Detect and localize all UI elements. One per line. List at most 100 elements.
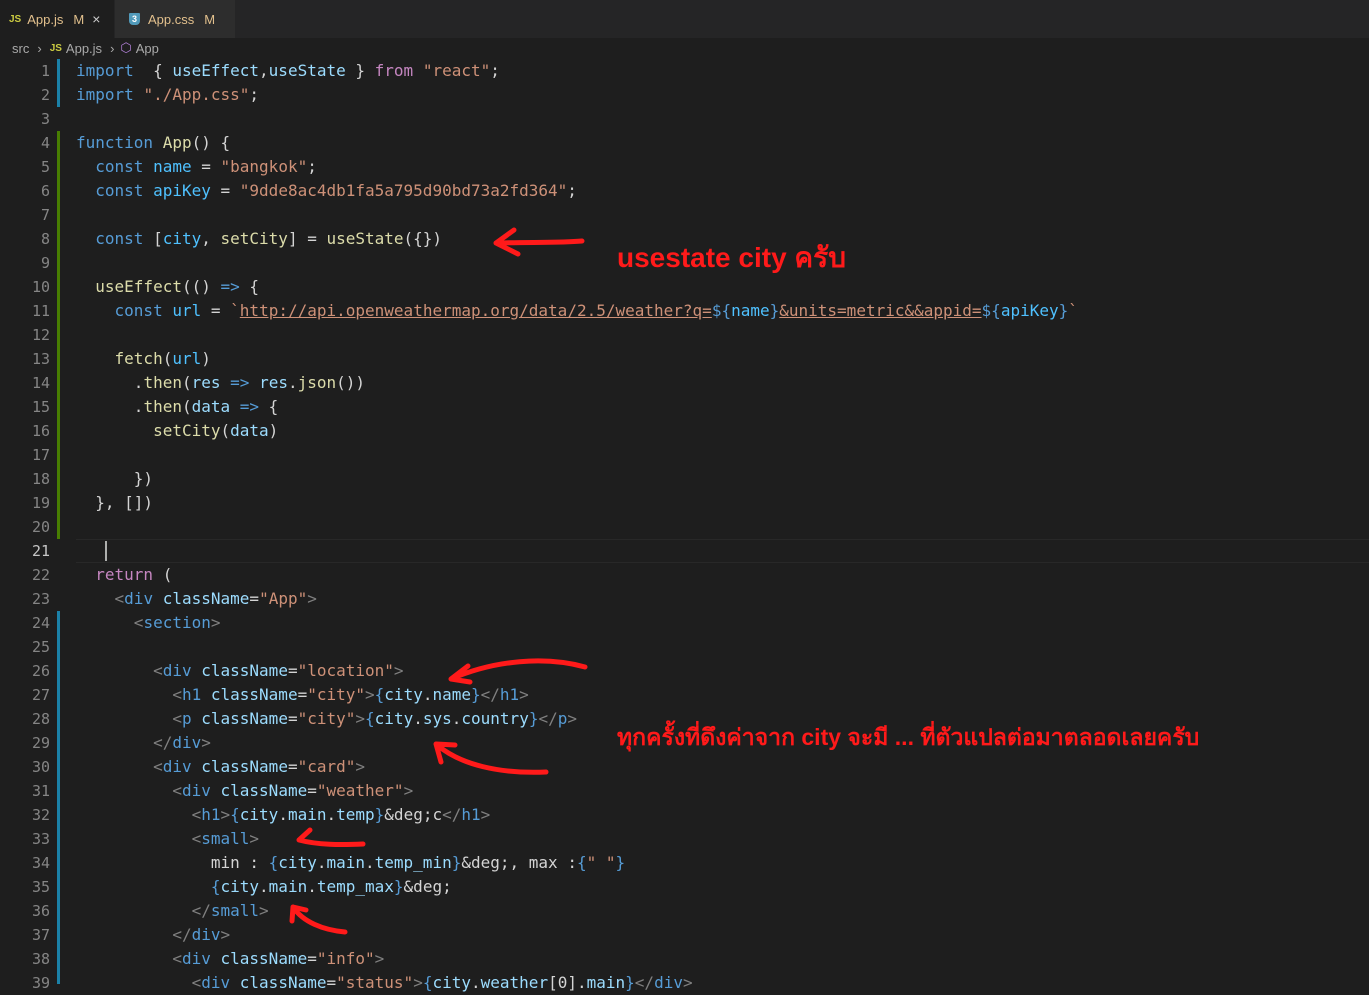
code-line[interactable]: 3 [0, 107, 1369, 131]
code-text: const url = `http://api.openweathermap.o… [114, 301, 1078, 320]
line-number: 15 [31, 398, 50, 416]
line-number: 26 [31, 662, 50, 680]
code-line[interactable]: 19 }, []) [0, 491, 1369, 515]
line-number: 3 [40, 110, 50, 128]
code-line[interactable]: 15 .then(data => { [0, 395, 1369, 419]
code-text: <section> [133, 613, 221, 632]
annotation-usestate: usestate city ครับ [617, 242, 846, 273]
tab-label: App.css [148, 11, 195, 27]
tab-app-css[interactable]: 3 App.css M [115, 0, 235, 38]
line-number: 2 [40, 86, 50, 104]
code-text: function App() { [76, 133, 231, 152]
line-number: 8 [40, 230, 50, 248]
code-text: </small> [191, 901, 269, 920]
code-text: min : {city.main.temp_min}&deg;, max :{"… [76, 853, 626, 872]
code-line[interactable]: 38 <div className="info"> [0, 947, 1369, 971]
code-line[interactable]: 14 .then(res => res.json()) [0, 371, 1369, 395]
code-line[interactable]: 32 <h1>{city.main.temp}&deg;c</h1> [0, 803, 1369, 827]
line-number: 18 [31, 470, 50, 488]
code-line[interactable]: 35 {city.main.temp_max}&deg; [0, 875, 1369, 899]
code-line[interactable]: 37 </div> [0, 923, 1369, 947]
code-line[interactable]: 20 [0, 515, 1369, 539]
javascript-file-icon: JS [9, 13, 22, 25]
line-number: 37 [31, 926, 50, 944]
line-number: 21 [31, 542, 50, 560]
code-text: import "./App.css"; [76, 85, 260, 104]
code-text: <h1>{city.main.temp}&deg;c</h1> [191, 805, 491, 824]
line-number: 24 [31, 614, 50, 632]
line-number: 34 [31, 854, 50, 872]
code-text: const apiKey = "9dde8ac4db1fa5a795d90bd7… [95, 181, 577, 200]
breadcrumb-file[interactable]: App.js [66, 41, 102, 56]
line-number: 5 [40, 158, 50, 176]
code-line[interactable]: 25 [0, 635, 1369, 659]
line-number: 35 [31, 878, 50, 896]
line-number: 9 [40, 254, 50, 272]
line-number: 33 [31, 830, 50, 848]
code-line[interactable]: 2 import "./App.css"; [0, 83, 1369, 107]
code-text: }, []) [76, 493, 154, 512]
code-editor[interactable]: 1 import { useEffect,useState } from "rea… [0, 59, 1369, 992]
line-number: 20 [31, 518, 50, 536]
code-line[interactable]: 18 }) [0, 467, 1369, 491]
code-line[interactable]: 6 const apiKey = "9dde8ac4db1fa5a795d90b… [0, 179, 1369, 203]
code-text: </div> [153, 733, 211, 752]
line-number: 16 [31, 422, 50, 440]
code-text: <small> [191, 829, 260, 848]
code-line[interactable]: 16 setCity(data) [0, 419, 1369, 443]
line-number: 36 [31, 902, 50, 920]
line-number: 22 [31, 566, 50, 584]
code-line[interactable]: 30 <div className="card"> [0, 755, 1369, 779]
symbol-method-icon: ⬡ [120, 40, 132, 55]
code-text: <div className="status">{city.weather[0]… [191, 973, 693, 992]
breadcrumb-folder[interactable]: src [12, 41, 29, 56]
line-number: 30 [31, 758, 50, 776]
line-number: 17 [31, 446, 50, 464]
code-text: const [city, setCity] = useState({}) [95, 229, 443, 248]
line-number: 23 [31, 590, 50, 608]
code-line[interactable]: 24 <section> [0, 611, 1369, 635]
code-text: <h1 className="city">{city.name}</h1> [172, 685, 529, 704]
code-text: {city.main.temp_max}&deg; [210, 877, 452, 896]
code-text: import { useEffect,useState } from "reac… [76, 61, 500, 80]
code-line[interactable]: 11 const url = `http://api.openweatherma… [0, 299, 1369, 323]
breadcrumb-symbol[interactable]: App [136, 41, 159, 56]
chevron-right-icon: › [37, 40, 42, 56]
editor-tab-bar: JS App.js M × 3 App.css M [0, 0, 1369, 38]
code-line[interactable]: 23 <div className="App"> [0, 587, 1369, 611]
close-icon[interactable]: × [92, 11, 100, 27]
code-line[interactable]: 34 min : {city.main.temp_min}&deg;, max … [0, 851, 1369, 875]
line-number: 13 [31, 350, 50, 368]
code-text: return ( [95, 565, 173, 584]
line-number: 31 [31, 782, 50, 800]
code-line[interactable]: 4 function App() { [0, 131, 1369, 155]
code-text: </div> [172, 925, 231, 944]
line-number: 27 [31, 686, 50, 704]
css-file-icon: 3 [129, 13, 140, 25]
code-line[interactable]: 5 const name = "bangkok"; [0, 155, 1369, 179]
code-line[interactable]: 26 <div className="location"> [0, 659, 1369, 683]
code-line[interactable]: 13 fetch(url) [0, 347, 1369, 371]
code-line[interactable]: 7 [0, 203, 1369, 227]
code-line[interactable]: 22 return ( [0, 563, 1369, 587]
line-number: 7 [40, 206, 50, 224]
code-text: <div className="card"> [153, 757, 366, 776]
code-text: }) [76, 469, 154, 488]
tab-app-js[interactable]: JS App.js M × [0, 0, 114, 38]
line-number: 25 [31, 638, 50, 656]
code-text: <div className="weather"> [172, 781, 414, 800]
code-line[interactable]: 33 <small> [0, 827, 1369, 851]
code-line[interactable]: 17 [0, 443, 1369, 467]
code-line[interactable]: 39 <div className="status">{city.weather… [0, 971, 1369, 995]
code-line[interactable]: 27 <h1 className="city">{city.name}</h1> [0, 683, 1369, 707]
breadcrumb: src › JS App.js › ⬡ App [0, 38, 1369, 58]
code-text: <div className="location"> [153, 661, 404, 680]
line-number: 32 [31, 806, 50, 824]
code-line[interactable]: 12 [0, 323, 1369, 347]
code-line[interactable]: 36 </small> [0, 899, 1369, 923]
code-line[interactable]: 31 <div className="weather"> [0, 779, 1369, 803]
code-line[interactable]: 1 import { useEffect,useState } from "rea… [0, 59, 1369, 83]
code-text: .then(res => res.json()) [76, 373, 366, 392]
code-line[interactable]: 21 [0, 539, 1369, 563]
code-text: <div className="App"> [114, 589, 317, 608]
